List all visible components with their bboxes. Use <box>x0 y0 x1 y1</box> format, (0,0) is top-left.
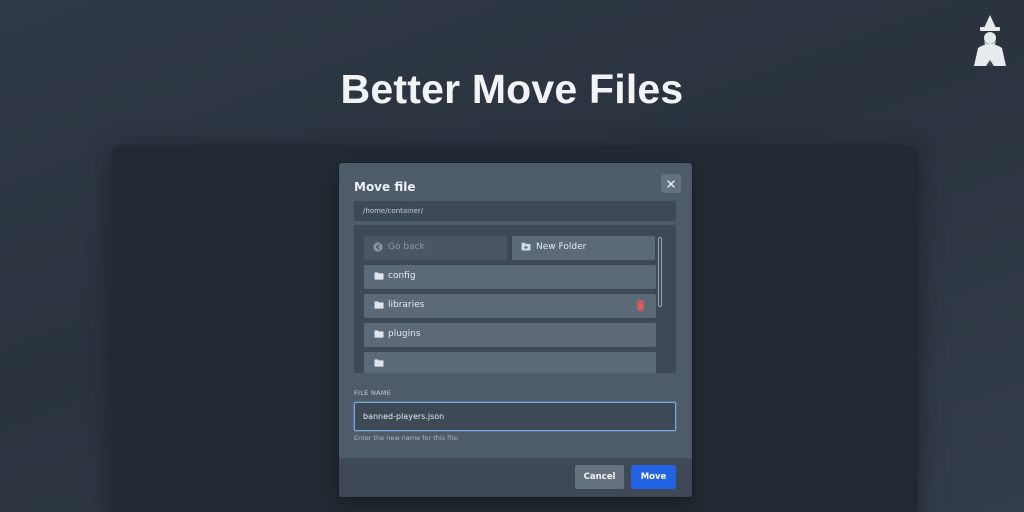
folder-name: config <box>388 271 416 281</box>
folder-item-plugins[interactable]: plugins <box>364 323 656 347</box>
folder-icon <box>374 301 384 309</box>
banner-title: Better Move Files <box>340 66 684 112</box>
new-folder-button[interactable]: New Folder <box>512 236 655 260</box>
wizard-logo <box>974 15 1006 66</box>
folder-icon <box>374 330 384 338</box>
file-name-input[interactable] <box>354 402 676 431</box>
folder-name: plugins <box>388 329 421 339</box>
browser-actions: Go back New Folder <box>364 236 656 260</box>
go-back-label: Go back <box>388 242 425 252</box>
folder-plus-icon <box>521 242 531 251</box>
new-folder-label: New Folder <box>536 242 587 252</box>
folder-item-libraries[interactable]: libraries <box>364 294 656 318</box>
close-button[interactable] <box>661 174 681 193</box>
folder-item-config[interactable]: config <box>364 265 656 289</box>
folder-icon <box>374 359 384 367</box>
move-file-dialog: Move file /home/container/ Go back New F… <box>339 163 692 497</box>
dialog-footer: Cancel Move <box>339 458 692 497</box>
folder-name: libraries <box>388 300 425 310</box>
move-button[interactable]: Move <box>631 465 676 489</box>
folder-browser[interactable]: Go back New Folder config libraries plug… <box>354 225 676 373</box>
dialog-title: Move file <box>354 180 416 194</box>
cancel-button[interactable]: Cancel <box>575 465 624 489</box>
close-icon <box>667 179 675 188</box>
file-name-help: Enter the new name for this file. <box>354 434 460 442</box>
scrollbar[interactable] <box>658 237 662 307</box>
file-name-label: FILE NAME <box>354 389 392 397</box>
go-back-button[interactable]: Go back <box>364 236 507 260</box>
trash-icon[interactable] <box>636 300 645 311</box>
folder-item-partial[interactable] <box>364 352 656 373</box>
current-path: /home/container/ <box>354 201 676 221</box>
arrow-circle-left-icon <box>373 242 383 252</box>
folder-icon <box>374 272 384 280</box>
